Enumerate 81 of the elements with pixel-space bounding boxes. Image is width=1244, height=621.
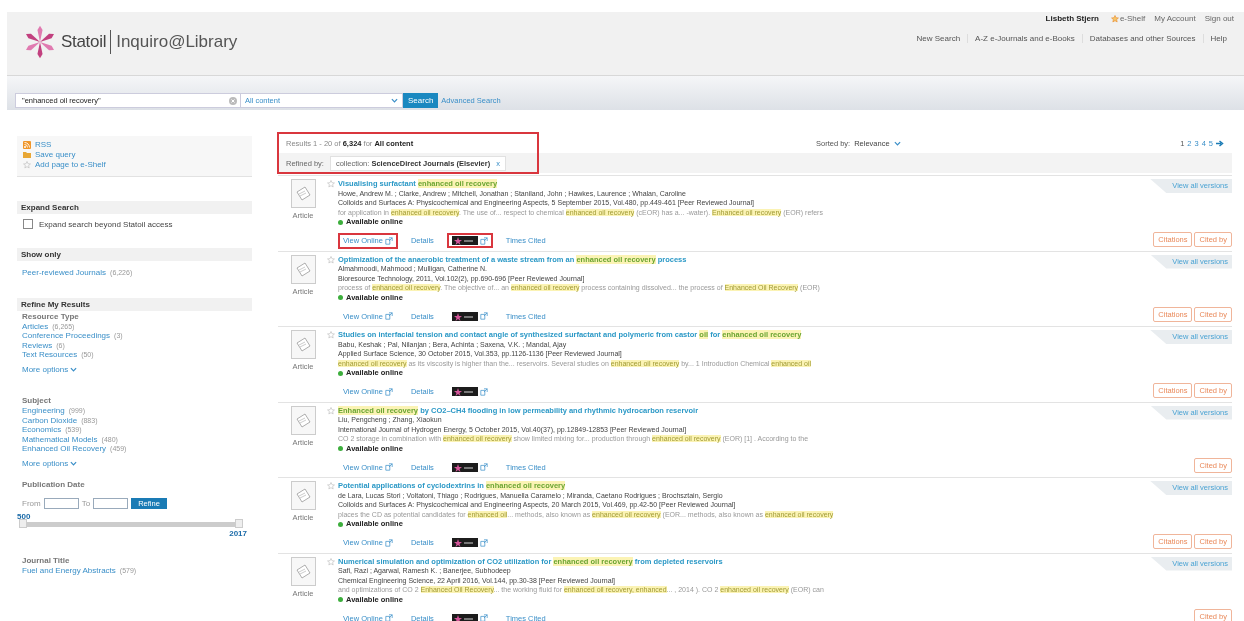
library-badge-link[interactable] [446, 233, 493, 249]
account-link[interactable]: e-Shelf [1110, 14, 1146, 23]
section-heading: Refine My Results [17, 297, 252, 311]
folder-icon [23, 151, 31, 158]
status-dot [338, 597, 343, 603]
document-icon [290, 556, 316, 586]
checkbox-label: Expand search beyond Statoil access [39, 219, 173, 229]
checkbox[interactable] [23, 219, 33, 229]
group-title: Subject [21, 395, 52, 406]
library-badge-icon [451, 538, 478, 548]
more-options-link[interactable]: More options [17, 458, 78, 468]
star-icon [1110, 14, 1119, 23]
star-icon[interactable] [327, 557, 335, 566]
library-badge-icon [451, 236, 478, 246]
logo-icon [23, 25, 57, 59]
star-icon[interactable] [23, 160, 31, 169]
star-icon[interactable] [327, 331, 335, 339]
slider-thumb[interactable] [235, 518, 243, 528]
account-link[interactable]: Sign out [1204, 14, 1234, 23]
external-link-icon [384, 614, 393, 621]
group-title: Journal Title [21, 555, 71, 566]
nav-link[interactable]: A-Z e-Journals and e-Books [967, 34, 1082, 43]
external-link-icon [384, 236, 393, 245]
to-field[interactable] [93, 497, 129, 509]
from-field[interactable] [43, 497, 79, 509]
document-icon [290, 330, 316, 359]
section-heading: Show only [17, 248, 252, 261]
document-icon [290, 405, 316, 435]
range-min-label: 500 [17, 511, 32, 521]
nav-link[interactable]: Databases and other Sources [1081, 34, 1203, 43]
external-link-icon [479, 387, 488, 396]
user-name: Lisbeth Stjern [1045, 14, 1099, 23]
group-title: Publication Date [21, 479, 86, 490]
external-link-icon [479, 236, 488, 245]
external-link-icon [479, 463, 488, 472]
status-dot [338, 295, 343, 301]
group-title: Resource Type [21, 311, 80, 322]
caret-icon [893, 140, 901, 146]
document-icon [290, 179, 316, 208]
sidebar-action-link[interactable]: RSS [23, 140, 246, 149]
library-badge-icon [451, 613, 478, 621]
caret-icon [70, 460, 78, 466]
external-link-icon [384, 538, 393, 547]
more-options-link[interactable]: More options [17, 364, 78, 374]
star-icon[interactable] [327, 255, 335, 264]
range-max-label: 2017 [228, 528, 247, 538]
brand-name: Statoil [61, 32, 107, 52]
external-link-icon [384, 312, 393, 321]
external-link-icon [479, 538, 488, 547]
sidebar-action-link[interactable]: Add page to e-Shelf [23, 160, 246, 169]
next-page-icon[interactable] [1216, 139, 1224, 147]
star-icon[interactable] [327, 180, 335, 188]
star-icon[interactable] [327, 482, 335, 490]
nav-link[interactable]: Help [1202, 34, 1234, 43]
document-icon [290, 481, 316, 510]
library-badge-icon [451, 311, 478, 321]
document-icon [290, 254, 316, 284]
section-heading: Expand Search [17, 201, 252, 214]
external-link-icon [479, 614, 488, 621]
caret-icon [391, 98, 398, 103]
clear-icon[interactable] [229, 96, 237, 105]
caret-icon [70, 366, 78, 372]
status-dot [338, 446, 343, 452]
external-link-icon [479, 312, 488, 321]
sidebar-action-link[interactable]: Save query [23, 150, 246, 159]
status-dot [338, 521, 343, 527]
to-label: To [81, 498, 91, 508]
search-button[interactable]: Search [403, 93, 439, 108]
star-icon[interactable] [327, 406, 335, 415]
nav-link[interactable]: New Search [909, 34, 968, 43]
library-badge-icon [451, 387, 478, 397]
external-link-icon [384, 463, 393, 472]
external-link-icon [384, 387, 393, 396]
library-badge-icon [451, 462, 478, 472]
product-name: Inquiro@Library [110, 30, 238, 54]
rss-icon [23, 140, 31, 149]
status-dot [338, 219, 343, 225]
account-link[interactable]: My Account [1154, 14, 1196, 23]
from-label: From [22, 498, 41, 508]
status-dot [338, 370, 343, 376]
slider-thumb[interactable] [19, 518, 27, 528]
